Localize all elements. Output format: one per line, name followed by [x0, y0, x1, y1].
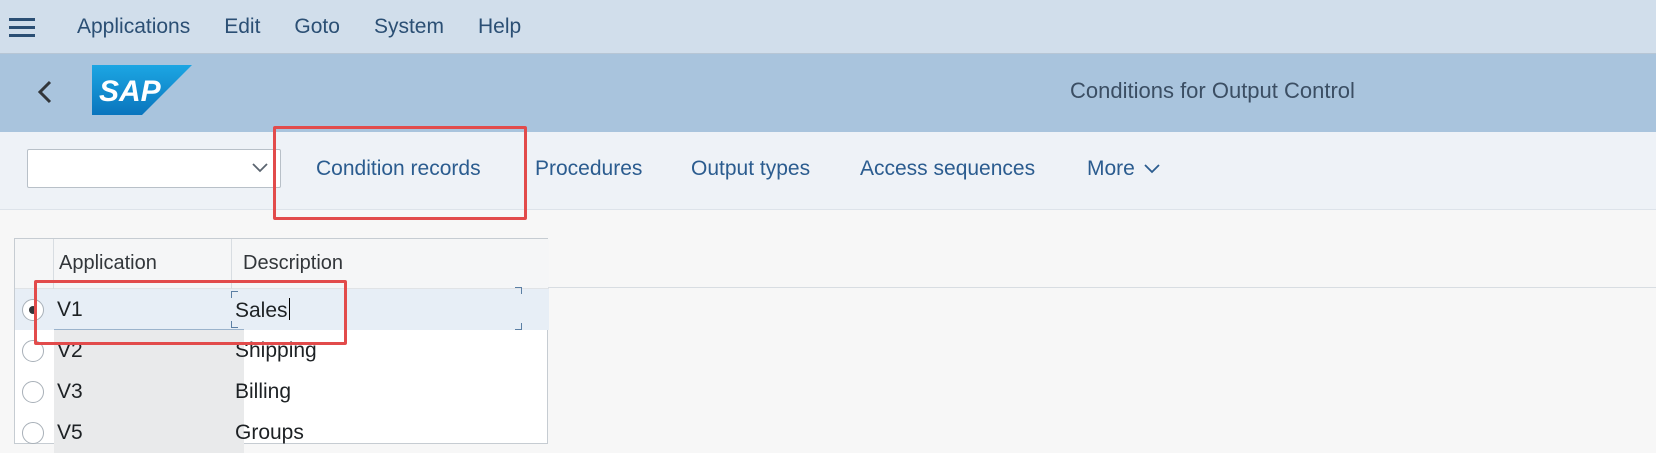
row-radio[interactable] [22, 422, 44, 444]
hamburger-icon [9, 17, 35, 37]
more-label: More [1087, 157, 1135, 180]
menu-goto[interactable]: Goto [294, 15, 340, 39]
sap-logo: SAP [92, 65, 192, 115]
output-types-button[interactable]: Output types [691, 157, 810, 181]
toolbar: Condition records Procedures Output type… [0, 132, 1656, 210]
more-button[interactable]: More [1087, 157, 1161, 181]
highlight-box-v1-row [34, 280, 347, 345]
svg-text:SAP: SAP [99, 75, 162, 108]
table-row[interactable]: V5 Groups [15, 412, 549, 453]
column-header-application[interactable]: Application [59, 252, 157, 275]
chevron-down-icon [1144, 164, 1160, 174]
chevron-left-icon [37, 80, 52, 104]
page-title: Conditions for Output Control [1070, 78, 1355, 103]
header-extension-line [548, 287, 1656, 288]
variant-select[interactable] [27, 149, 281, 188]
cell-application[interactable]: V5 [57, 421, 83, 445]
menu-edit[interactable]: Edit [224, 15, 260, 39]
edit-corner [515, 287, 522, 294]
menu-applications[interactable]: Applications [77, 15, 190, 39]
column-header-description[interactable]: Description [243, 252, 343, 275]
row-radio[interactable] [22, 381, 44, 403]
title-bar: SAP Conditions for Output Control [0, 54, 1656, 132]
menu-system[interactable]: System [374, 15, 444, 39]
procedures-button[interactable]: Procedures [535, 157, 642, 181]
menu-help[interactable]: Help [478, 15, 521, 39]
access-sequences-button[interactable]: Access sequences [860, 157, 1035, 181]
chevron-down-icon [252, 163, 268, 173]
table-row[interactable]: V3 Billing [15, 371, 549, 412]
hamburger-menu-button[interactable] [0, 0, 44, 54]
edit-corner [515, 323, 522, 330]
cell-description[interactable]: Groups [235, 421, 304, 445]
menu-bar: Applications Edit Goto System Help [0, 0, 1656, 54]
highlight-box-condition-records [273, 126, 527, 220]
back-button[interactable] [30, 72, 60, 112]
cell-description[interactable]: Billing [235, 380, 291, 404]
cell-application[interactable]: V3 [57, 380, 83, 404]
